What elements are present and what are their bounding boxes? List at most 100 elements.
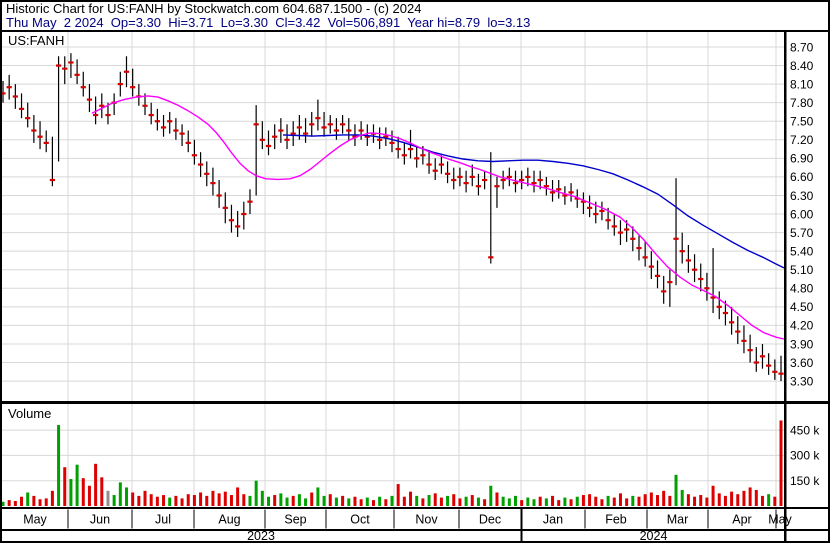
month-label: Apr: [732, 513, 751, 527]
price-tick-label: 6.90: [790, 152, 814, 166]
volume-bar: [217, 493, 221, 506]
close-tick: [605, 219, 611, 222]
close-tick: [290, 132, 296, 135]
volume-bar: [693, 496, 697, 506]
volume-bar: [686, 494, 690, 506]
volume-bar: [464, 496, 468, 506]
price-tick-label: 4.50: [790, 300, 814, 314]
month-label: Nov: [415, 513, 438, 527]
volume-bar: [415, 495, 419, 506]
price-tick-label: 6.30: [790, 189, 814, 203]
close-tick: [549, 191, 556, 194]
pane-divider: [0, 401, 830, 404]
volume-bar: [328, 494, 332, 506]
volume-bar: [736, 494, 740, 506]
price-tick-label: 3.60: [790, 356, 814, 370]
volume-bar: [32, 495, 36, 506]
volume-bar: [192, 495, 196, 506]
volume-bar: [13, 500, 17, 506]
price-tick-label: 7.80: [790, 96, 814, 110]
volume-bar: [81, 478, 85, 506]
price-tick-label: 7.50: [790, 115, 814, 129]
close-tick: [327, 123, 333, 126]
close-tick: [6, 86, 12, 89]
close-tick: [309, 123, 315, 126]
volume-pane-label: Volume: [8, 406, 51, 421]
price-tick-label: 8.70: [790, 40, 814, 54]
year-label: 2023: [247, 529, 275, 543]
volume-bar: [656, 495, 660, 506]
price-tick-label: 4.20: [790, 319, 814, 333]
volume-bar: [606, 495, 610, 506]
close-tick: [62, 67, 68, 70]
volume-bar: [637, 496, 641, 506]
volume-bar: [124, 487, 128, 506]
year-label: 2024: [640, 529, 668, 543]
close-tick: [685, 259, 691, 262]
volume-bar: [594, 496, 598, 506]
volume-bar: [532, 499, 536, 506]
volume-bar: [223, 491, 227, 506]
close-tick: [482, 178, 488, 182]
volume-bar: [334, 497, 338, 506]
chart-title-line: Historic Chart for US:FANH by Stockwatch…: [6, 1, 422, 16]
volume-bar: [563, 497, 567, 506]
close-tick: [315, 117, 321, 120]
close-tick: [395, 147, 401, 151]
volume-bar: [199, 492, 203, 506]
close-tick: [568, 191, 574, 194]
close-tick: [377, 138, 383, 141]
volume-bar: [588, 494, 592, 506]
close-tick: [778, 372, 784, 375]
close-tick: [12, 95, 18, 98]
close-tick: [457, 175, 463, 179]
volume-bar: [717, 493, 721, 506]
volume-bar: [131, 492, 135, 506]
close-tick: [617, 231, 624, 234]
close-tick: [105, 113, 111, 117]
close-tick: [228, 219, 235, 222]
close-tick: [704, 287, 710, 290]
close-tick: [358, 129, 364, 132]
volume-bar: [760, 495, 764, 506]
close-tick: [586, 206, 593, 209]
volume-bar: [304, 498, 308, 506]
close-tick: [37, 135, 43, 138]
price-tick-label: 3.90: [790, 337, 814, 351]
volume-bar: [316, 487, 320, 506]
volume-bar: [87, 485, 91, 506]
close-tick: [519, 178, 525, 182]
volume-bar: [69, 479, 73, 506]
close-tick: [494, 185, 500, 188]
volume-bar: [205, 495, 209, 506]
volume-bar: [322, 495, 326, 506]
close-tick: [160, 126, 167, 129]
close-tick: [716, 305, 722, 308]
volume-bar: [625, 498, 629, 506]
volume-bar: [773, 496, 777, 506]
volume-bar: [310, 492, 314, 506]
close-tick: [235, 225, 241, 228]
volume-bar: [551, 495, 555, 506]
close-tick: [130, 86, 136, 89]
volume-bottom-border: [0, 507, 830, 509]
volume-bar: [236, 487, 240, 506]
close-tick: [222, 206, 228, 209]
volume-bar: [680, 489, 684, 506]
volume-bar: [285, 497, 289, 506]
volume-bar: [507, 498, 511, 506]
volume-bar: [544, 498, 548, 506]
volume-bar: [211, 490, 215, 506]
close-tick: [512, 182, 519, 185]
price-tick-label: 8.40: [790, 59, 814, 73]
close-tick: [537, 178, 543, 182]
close-tick: [673, 237, 679, 240]
month-label: Jul: [155, 513, 171, 527]
volume-bar: [118, 482, 122, 506]
close-tick: [611, 225, 617, 228]
volume-bar: [557, 500, 561, 506]
month-label: Mar: [667, 513, 689, 527]
close-tick: [49, 178, 55, 182]
volume-bar: [50, 490, 54, 506]
volume-bar: [618, 493, 622, 506]
